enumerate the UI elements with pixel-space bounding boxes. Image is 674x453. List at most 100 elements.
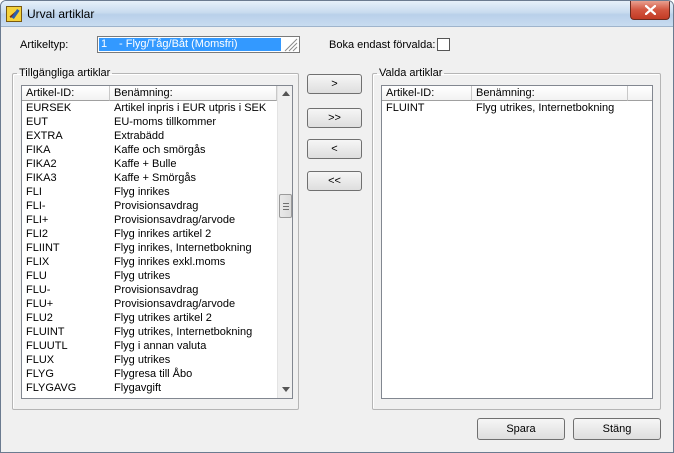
dialog-window: Urval artiklar Artikeltyp: 1 - Flyg/Tåg/B… <box>0 0 674 453</box>
table-row[interactable]: FLU+ Provisionsavdrag/arvode <box>22 297 277 311</box>
scroll-down-button[interactable] <box>278 382 292 398</box>
window-title: Urval artiklar <box>27 7 95 21</box>
boka-label: Boka endast förvalda: <box>329 39 436 51</box>
table-row[interactable]: FLI- Provisionsavdrag <box>22 199 277 213</box>
add-all-button[interactable]: >> <box>307 108 362 128</box>
app-icon <box>6 6 22 22</box>
artikel-id-cell: EUT <box>26 116 48 128</box>
selected-articles-list[interactable]: Artikel-ID: Benämning: FLUINT Flyg utrike… <box>381 85 653 399</box>
column-header-benamning[interactable]: Benämning: <box>110 86 277 101</box>
benamning-cell: Provisionsavdrag/arvode <box>114 298 236 310</box>
artikel-id-cell: FLUINT <box>26 326 65 338</box>
table-row[interactable]: FLI+ Provisionsavdrag/arvode <box>22 213 277 227</box>
table-row[interactable]: FLYGAVG Flygavgift <box>22 381 277 395</box>
table-row[interactable]: FLUUTL Flyg i annan valuta <box>22 339 277 353</box>
benamning-cell: Flygresa till Åbo <box>114 368 193 380</box>
table-row[interactable]: FLU- Provisionsavdrag <box>22 283 277 297</box>
remove-selected-button[interactable]: < <box>307 139 362 159</box>
benamning-cell: Artikel inpris i EUR utpris i SEK <box>114 102 267 114</box>
table-row[interactable]: FLUINT Flyg utrikes, Internetbokning <box>382 101 642 115</box>
table-row[interactable]: FIKA3 Kaffe + Smörgås <box>22 171 277 185</box>
artikel-id-cell: FLI- <box>26 200 46 212</box>
artikel-id-cell: FLI2 <box>26 228 49 240</box>
benamning-cell: Provisionsavdrag <box>114 200 199 212</box>
selected-rows: FLUINT Flyg utrikes, Internetbokning <box>382 101 642 115</box>
table-row[interactable]: FLU Flyg utrikes <box>22 269 277 283</box>
artikeltyp-code: 1 <box>101 38 108 50</box>
column-header-artikel-id[interactable]: Artikel-ID: <box>382 86 472 101</box>
artikel-id-cell: EXTRA <box>26 130 63 142</box>
artikel-id-cell: FLYGAVG <box>26 382 77 394</box>
artikel-id-cell: FLU2 <box>26 312 53 324</box>
artikel-id-cell: FLUX <box>26 354 55 366</box>
artikeltyp-select[interactable]: 1 - Flyg/Tåg/Båt (Momsfri) <box>97 36 300 53</box>
artikel-id-cell: FLU- <box>26 284 51 296</box>
column-header-filler <box>628 86 652 101</box>
scroll-up-button[interactable] <box>278 86 292 102</box>
table-row[interactable]: FLI Flyg inrikes <box>22 185 277 199</box>
table-row[interactable]: FIKA Kaffe och smörgås <box>22 143 277 157</box>
artikeltyp-text: - Flyg/Tåg/Båt (Momsfri) <box>119 38 238 50</box>
table-row[interactable]: EUT EU-moms tillkommer <box>22 115 277 129</box>
artikel-id-cell: FLIINT <box>26 242 60 254</box>
benamning-cell: Flyg utrikes, Internetbokning <box>114 326 253 338</box>
artikel-id-cell: FLUUTL <box>26 340 68 352</box>
benamning-cell: Kaffe + Bulle <box>114 158 177 170</box>
artikeltyp-selected-value: 1 - Flyg/Tåg/Båt (Momsfri) <box>99 38 281 51</box>
benamning-cell: Flyg utrikes artikel 2 <box>114 312 212 324</box>
available-scrollbar[interactable] <box>277 86 292 398</box>
artikel-id-cell: FLU <box>26 270 47 282</box>
artikeltyp-label: Artikeltyp: <box>20 39 69 51</box>
benamning-cell: Flyg utrikes <box>114 354 171 366</box>
table-row[interactable]: FLUX Flyg utrikes <box>22 353 277 367</box>
resize-grip-icon <box>284 38 298 52</box>
available-rows: EURSEK Artikel inpris i EUR utpris i SEK E… <box>22 101 277 395</box>
benamning-cell: Extrabädd <box>114 130 165 142</box>
selected-articles-title: Valda artiklar <box>379 67 443 79</box>
window-close-button[interactable] <box>630 1 670 20</box>
table-row[interactable]: FLIINT Flyg inrikes, Internetbokning <box>22 241 277 255</box>
artikel-id-cell: FLU+ <box>26 298 54 310</box>
scroll-down-icon <box>282 387 290 392</box>
table-row[interactable]: FLU2 Flyg utrikes artikel 2 <box>22 311 277 325</box>
available-articles-list[interactable]: Artikel-ID: Benämning: EURSEK Artikel inp… <box>21 85 293 399</box>
benamning-cell: Provisionsavdrag/arvode <box>114 214 236 226</box>
selected-list-header: Artikel-ID: Benämning: <box>382 86 652 101</box>
available-list-header: Artikel-ID: Benämning: <box>22 86 277 101</box>
benamning-cell: Flyg inrikes, Internetbokning <box>114 242 252 254</box>
table-row[interactable]: FIKA2 Kaffe + Bulle <box>22 157 277 171</box>
benamning-cell: Flyg i annan valuta <box>114 340 207 352</box>
benamning-cell: Flyg inrikes <box>114 186 170 198</box>
column-header-benamning[interactable]: Benämning: <box>472 86 628 101</box>
title-bar[interactable]: Urval artiklar <box>1 1 673 27</box>
scroll-up-icon <box>282 91 290 96</box>
save-button[interactable]: Spara <box>477 418 565 440</box>
remove-all-button[interactable]: << <box>307 171 362 191</box>
artikel-id-cell: FLYG <box>26 368 54 380</box>
column-header-artikel-id[interactable]: Artikel-ID: <box>22 86 110 101</box>
table-row[interactable]: EXTRA Extrabädd <box>22 129 277 143</box>
benamning-cell: Flyg utrikes, Internetbokning <box>476 102 615 114</box>
table-row[interactable]: EURSEK Artikel inpris i EUR utpris i SEK <box>22 101 277 115</box>
add-selected-button[interactable]: > <box>307 74 362 94</box>
artikel-id-cell: FIKA <box>26 144 51 156</box>
benamning-cell: Flyg utrikes <box>114 270 171 282</box>
table-row[interactable]: FLI2 Flyg inrikes artikel 2 <box>22 227 277 241</box>
artikel-id-cell: FLI+ <box>26 214 49 226</box>
benamning-cell: Kaffe + Smörgås <box>114 172 197 184</box>
table-row[interactable]: FLIX Flyg inrikes exkl.moms <box>22 255 277 269</box>
available-articles-title: Tillgängliga artiklar <box>19 67 111 79</box>
table-row[interactable]: FLYG Flygresa till Åbo <box>22 367 277 381</box>
benamning-cell: EU-moms tillkommer <box>114 116 217 128</box>
benamning-cell: Flygavgift <box>114 382 162 394</box>
artikel-id-cell: FLI <box>26 186 42 198</box>
artikel-id-cell: FLUINT <box>386 102 425 114</box>
benamning-cell: Kaffe och smörgås <box>114 144 206 156</box>
close-icon <box>645 5 656 15</box>
table-row[interactable]: FLUINT Flyg utrikes, Internetbokning <box>22 325 277 339</box>
artikel-id-cell: EURSEK <box>26 102 72 114</box>
benamning-cell: Provisionsavdrag <box>114 284 199 296</box>
boka-endast-checkbox[interactable] <box>437 38 450 51</box>
close-button[interactable]: Stäng <box>573 418 661 440</box>
scroll-thumb[interactable] <box>279 194 292 218</box>
